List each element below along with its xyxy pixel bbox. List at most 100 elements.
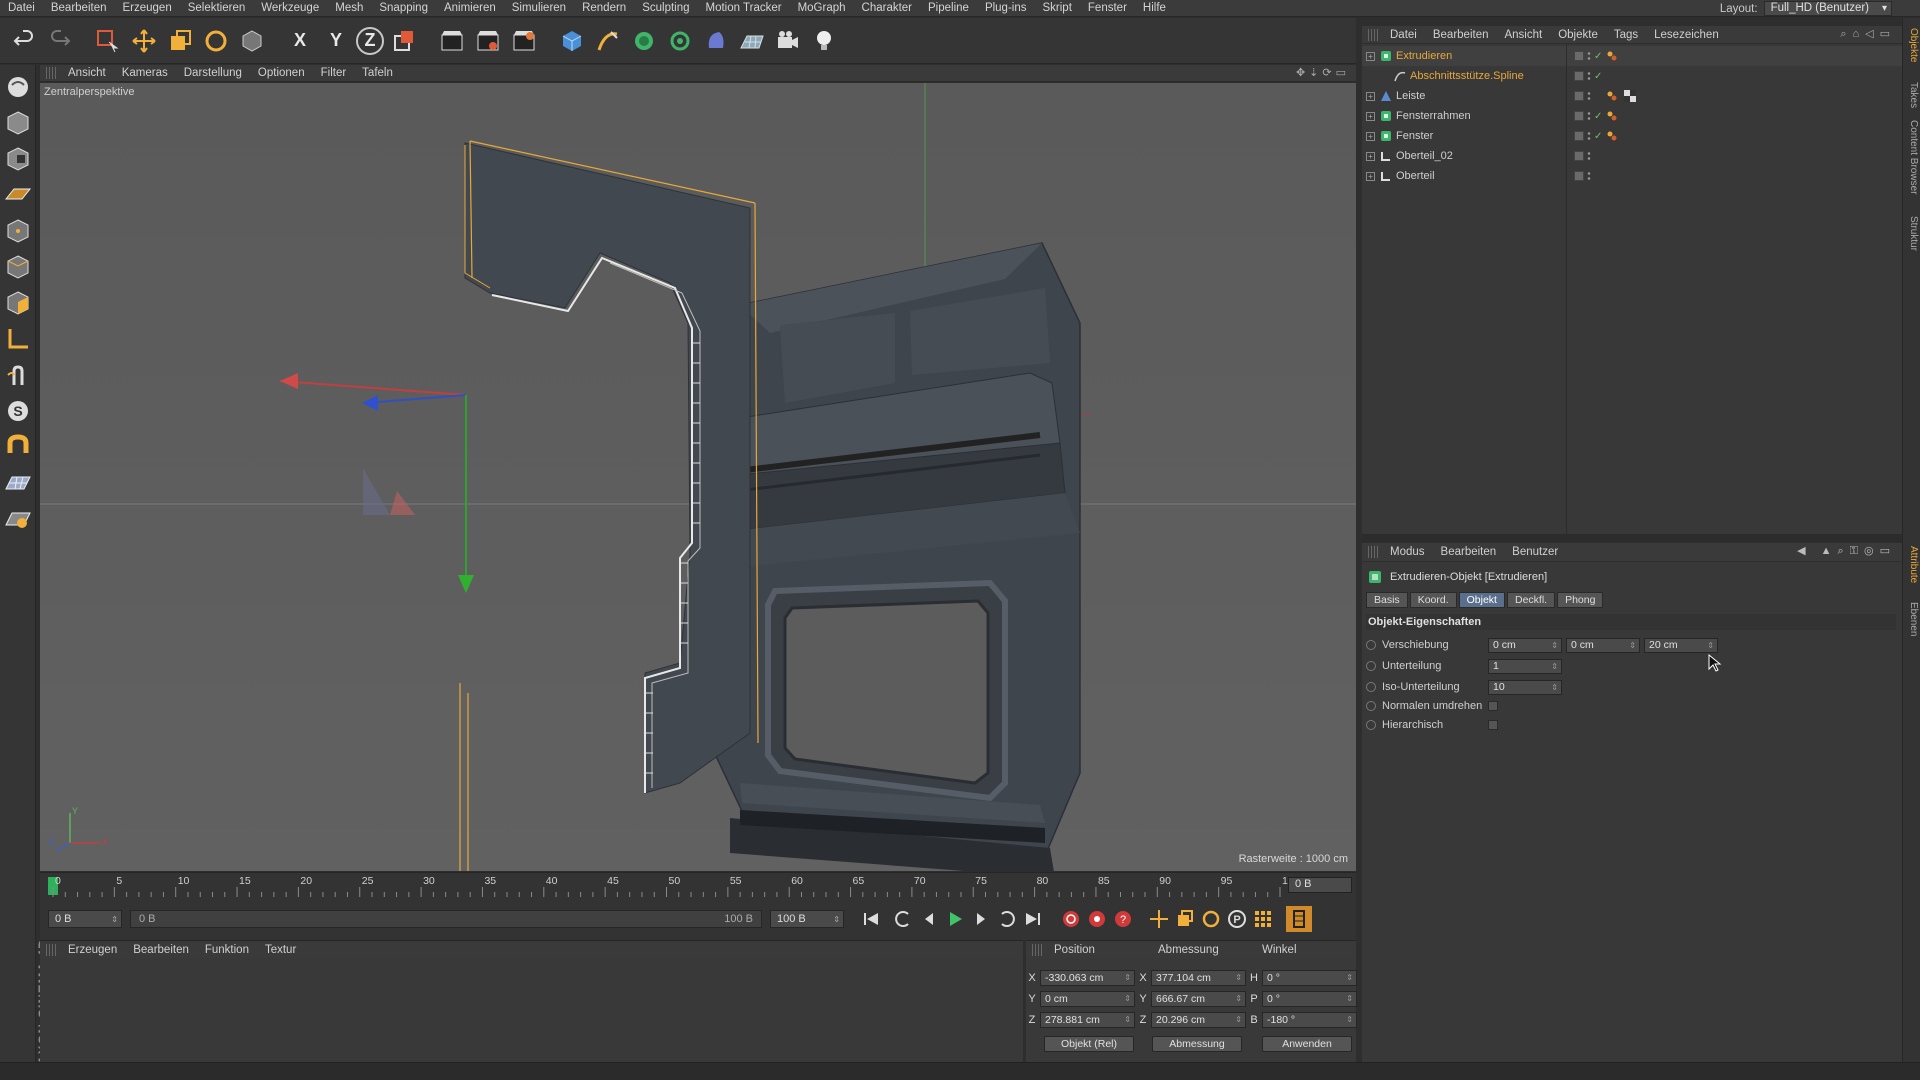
object-name[interactable]: Abschnittsstütze.Spline xyxy=(1410,70,1524,82)
scale-icon[interactable] xyxy=(164,25,196,57)
verschiebung-y-field[interactable]: 0 cm xyxy=(1566,637,1640,653)
timeline-ruler[interactable]: 0 5 10 15 20 25 30 35 40 45 50 55 60 65 70 75 80 85 90 95 1 0… xyxy=(40,872,1356,898)
nurbs-subdivision-icon[interactable] xyxy=(628,25,660,57)
tab-basis[interactable]: Basis xyxy=(1366,592,1408,608)
object-name[interactable]: Fensterrahmen xyxy=(1396,110,1471,122)
workplane-grid-icon[interactable] xyxy=(2,467,34,499)
animate-radio[interactable] xyxy=(1366,661,1376,671)
visibility-dots[interactable] xyxy=(1587,151,1591,161)
object-row[interactable]: + Oberteil xyxy=(1362,166,1902,186)
object-name[interactable]: Oberteil_02 xyxy=(1396,150,1453,162)
menu-fenster[interactable]: Fenster xyxy=(1080,2,1135,14)
mat-menu-funktion[interactable]: Funktion xyxy=(197,944,257,956)
menu-pipeline[interactable]: Pipeline xyxy=(920,2,977,14)
object-mode-icon[interactable] xyxy=(236,25,268,57)
expand-toggle[interactable]: + xyxy=(1366,151,1375,161)
object-name[interactable]: Leiste xyxy=(1396,90,1425,102)
play-icon[interactable] xyxy=(942,906,968,932)
key-parameter-icon[interactable]: P xyxy=(1224,906,1250,932)
vp-menu-optionen[interactable]: Optionen xyxy=(250,67,313,79)
normalen-umdrehen-checkbox[interactable] xyxy=(1488,701,1498,711)
viewport-nav-icons[interactable]: ✥⇣⟳▭ xyxy=(1296,66,1350,79)
vtab-struktur[interactable]: Struktur xyxy=(1908,216,1919,251)
panel-grip[interactable] xyxy=(46,67,56,79)
tab-deckfl[interactable]: Deckfl. xyxy=(1506,592,1556,608)
om-menu-tags[interactable]: Tags xyxy=(1606,29,1646,41)
tab-phong[interactable]: Phong xyxy=(1557,592,1604,608)
size-x-field[interactable]: 377.104 cm xyxy=(1151,970,1246,986)
om-menu-objekte[interactable]: Objekte xyxy=(1550,29,1606,41)
layer-box[interactable] xyxy=(1574,111,1584,121)
keyframe-selection-icon[interactable]: ? xyxy=(1110,906,1136,932)
om-menu-lesezeichen[interactable]: Lesezeichen xyxy=(1646,29,1727,41)
vtab-ebenen[interactable]: Ebenen xyxy=(1908,602,1919,636)
autokey-icon[interactable] xyxy=(1084,906,1110,932)
menu-bearbeiten[interactable]: Bearbeiten xyxy=(43,2,115,14)
object-name[interactable]: Fenster xyxy=(1396,130,1433,142)
apply-button[interactable]: Anwenden xyxy=(1262,1036,1352,1052)
mat-menu-textur[interactable]: Textur xyxy=(257,944,304,956)
panel-grip[interactable] xyxy=(1368,28,1378,41)
rotation-h-field[interactable]: 0 ° xyxy=(1262,970,1357,986)
expand-toggle[interactable]: + xyxy=(1366,171,1375,181)
attribute-nav-icons[interactable]: ◀ ▲⌕⚿◎▭ xyxy=(1797,544,1896,558)
tweak-mode-icon[interactable] xyxy=(2,359,34,391)
cube-primitive-icon[interactable] xyxy=(556,25,588,57)
redo-icon[interactable] xyxy=(44,25,76,57)
key-rotation-icon[interactable] xyxy=(1198,906,1224,932)
coord-size-select[interactable]: Abmessung xyxy=(1152,1036,1242,1052)
object-manager-tools[interactable]: ⌕⌂◁▭ xyxy=(1840,27,1896,41)
tab-objekt[interactable]: Objekt xyxy=(1458,592,1505,608)
material-list-area[interactable] xyxy=(40,958,1023,1070)
position-y-field[interactable]: 0 cm xyxy=(1040,991,1135,1007)
menu-animieren[interactable]: Animieren xyxy=(436,2,504,14)
vp-menu-kameras[interactable]: Kameras xyxy=(114,67,176,79)
texture-tag-icon[interactable] xyxy=(1624,90,1636,102)
am-menu-bearbeiten[interactable]: Bearbeiten xyxy=(1433,546,1505,558)
expand-toggle[interactable]: + xyxy=(1366,91,1375,101)
timeline-window-icon[interactable] xyxy=(1286,906,1312,932)
om-menu-datei[interactable]: Datei xyxy=(1382,29,1425,41)
position-z-field[interactable]: 278.881 cm xyxy=(1040,1012,1135,1028)
coord-mode-select[interactable]: Objekt (Rel) xyxy=(1044,1036,1134,1052)
preview-range-slider[interactable]: 0 B 100 B xyxy=(130,910,762,928)
vp-menu-ansicht[interactable]: Ansicht xyxy=(60,67,114,79)
visibility-dots[interactable] xyxy=(1587,91,1591,101)
menu-mograph[interactable]: MoGraph xyxy=(790,2,854,14)
visibility-dots[interactable] xyxy=(1587,171,1591,181)
hierarchisch-checkbox[interactable] xyxy=(1488,720,1498,730)
visibility-dots[interactable] xyxy=(1587,51,1591,61)
prev-key-icon[interactable] xyxy=(890,906,916,932)
menu-mesh[interactable]: Mesh xyxy=(327,2,371,14)
mat-menu-bearbeiten[interactable]: Bearbeiten xyxy=(125,944,197,956)
visibility-dots[interactable] xyxy=(1587,71,1591,81)
light-icon[interactable] xyxy=(808,25,840,57)
phong-tag-icon[interactable] xyxy=(1606,110,1618,122)
vtab-content-browser[interactable]: Content Browser xyxy=(1908,120,1919,194)
panel-grip[interactable] xyxy=(46,943,56,956)
prev-frame-icon[interactable] xyxy=(916,906,942,932)
mat-menu-erzeugen[interactable]: Erzeugen xyxy=(60,944,125,956)
points-mode-icon[interactable] xyxy=(2,215,34,247)
enabled-check-icon[interactable]: ✓ xyxy=(1594,131,1602,142)
animate-radio[interactable] xyxy=(1366,701,1376,711)
om-menu-bearbeiten[interactable]: Bearbeiten xyxy=(1425,29,1497,41)
animate-radio[interactable] xyxy=(1366,640,1376,650)
axis-mode-icon[interactable] xyxy=(2,323,34,355)
mograph-cloner-icon[interactable] xyxy=(664,25,696,57)
visibility-dots[interactable] xyxy=(1587,131,1591,141)
layer-box[interactable] xyxy=(1574,131,1584,141)
vp-menu-filter[interactable]: Filter xyxy=(313,67,355,79)
menu-datei[interactable]: Datei xyxy=(0,2,43,14)
am-menu-benutzer[interactable]: Benutzer xyxy=(1504,546,1566,558)
texture-mode-icon[interactable] xyxy=(2,143,34,175)
size-z-field[interactable]: 20.296 cm xyxy=(1151,1012,1246,1028)
object-row[interactable]: Abschnittsstütze.Spline ✓ xyxy=(1362,66,1902,86)
key-position-icon[interactable] xyxy=(1146,906,1172,932)
deformer-icon[interactable] xyxy=(700,25,732,57)
goto-end-icon[interactable] xyxy=(1020,906,1046,932)
phong-tag-icon[interactable] xyxy=(1606,90,1618,102)
menu-simulieren[interactable]: Simulieren xyxy=(504,2,574,14)
render-settings-icon[interactable] xyxy=(508,25,540,57)
verschiebung-x-field[interactable]: 0 cm xyxy=(1488,637,1562,653)
